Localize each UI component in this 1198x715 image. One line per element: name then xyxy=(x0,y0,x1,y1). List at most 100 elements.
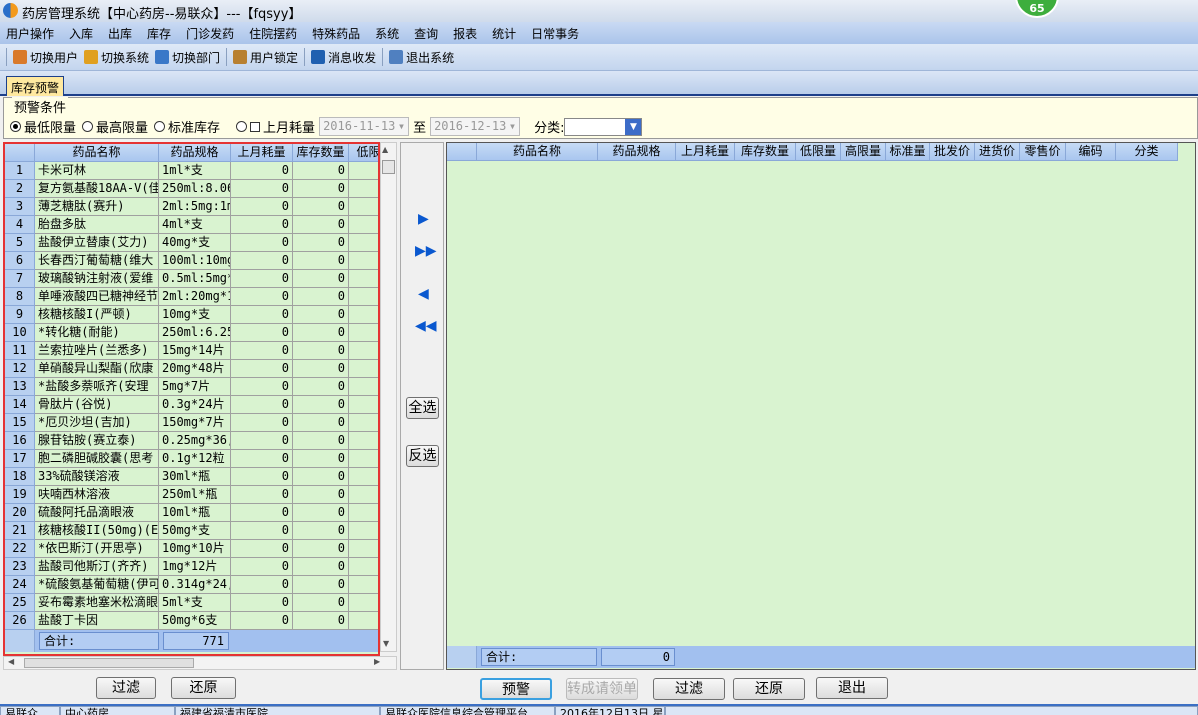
category-select[interactable]: ▼ xyxy=(564,117,643,136)
table-row[interactable]: 1 卡米可林 1ml*支 0 0 xyxy=(5,162,378,180)
menu-item[interactable]: 报表 xyxy=(453,25,477,42)
table-row[interactable]: 15 *厄贝沙坦(吉加) 150mg*7片 0 0 xyxy=(5,414,378,432)
scroll-up-icon[interactable]: ▲ xyxy=(382,145,388,154)
table-cell xyxy=(349,522,378,540)
column-header[interactable]: 药品规格 xyxy=(598,143,676,161)
table-cell: 5ml*支 xyxy=(159,594,231,612)
column-header[interactable]: 上月耗量 xyxy=(231,144,293,162)
status-field: 中心药房 xyxy=(60,706,175,715)
table-row[interactable]: 5 盐酸伊立替康(艾力) 40mg*支 0 0 xyxy=(5,234,378,252)
table-row[interactable]: 10 *转化糖(耐能) 250ml:6.25 0 0 xyxy=(5,324,378,342)
table-row[interactable]: 7 玻璃酸钠注射液(爱维 0.5ml:5mg* 0 0 xyxy=(5,270,378,288)
table-row[interactable]: 16 腺苷钴胺(赛立泰) 0.25mg*36, 0 0 xyxy=(5,432,378,450)
menu-item[interactable]: 统计 xyxy=(492,25,516,42)
move-right-icon[interactable]: ▶ xyxy=(418,211,429,227)
scroll-right-icon[interactable]: ▶ xyxy=(374,657,380,666)
table-row[interactable]: 18 33%硫酸镁溶液 30ml*瓶 0 0 xyxy=(5,468,378,486)
tab-stock-warning[interactable]: 库存预警 xyxy=(6,76,65,96)
vertical-scrollbar[interactable]: ▲ ▼ xyxy=(380,142,397,652)
table-row[interactable]: 22 *依巴斯汀(开思亭) 10mg*10片 0 0 xyxy=(5,540,378,558)
column-header[interactable]: 零售价 xyxy=(1020,143,1066,161)
table-row[interactable]: 21 核糖核酸II(50mg)(E 50mg*支 0 0 xyxy=(5,522,378,540)
menu-item[interactable]: 特殊药品 xyxy=(312,25,360,42)
table-row[interactable]: 6 长春西汀葡萄糖(维大 100ml:10mg 0 0 xyxy=(5,252,378,270)
column-header[interactable]: 高限量 xyxy=(841,143,886,161)
table-row[interactable]: 20 硫酸阿托品滴眼液 10ml*瓶 0 0 xyxy=(5,504,378,522)
date-from-picker[interactable]: 2016-11-13 xyxy=(319,117,410,136)
table-cell: 0 xyxy=(231,414,293,432)
column-header[interactable]: 批发价 xyxy=(930,143,975,161)
menu-item[interactable]: 用户操作 xyxy=(6,25,54,42)
move-left-icon[interactable]: ◀ xyxy=(418,286,429,302)
table-row[interactable]: 26 盐酸丁卡因 50mg*6支 0 0 xyxy=(5,612,378,630)
column-header[interactable]: 低限量 xyxy=(796,143,841,161)
toolbar-button-5[interactable]: 退出系统 xyxy=(389,49,454,66)
exit-button[interactable]: 退出 xyxy=(816,677,888,699)
column-header[interactable]: 药品名称 xyxy=(477,143,598,161)
menu-item[interactable]: 系统 xyxy=(375,25,399,42)
last-month-checkbox[interactable] xyxy=(250,121,261,132)
restore-button[interactable]: 还原 xyxy=(171,677,236,699)
menu-item[interactable]: 门诊发药 xyxy=(186,25,234,42)
table-row[interactable]: 13 *盐酸多萘哌齐(安理 5mg*7片 0 0 xyxy=(5,378,378,396)
radio-max-limit[interactable]: 最高限量 xyxy=(82,117,148,136)
table-row[interactable]: 4 胎盘多肽 4ml*支 0 0 xyxy=(5,216,378,234)
move-all-left-icon[interactable]: ◀◀ xyxy=(415,318,437,334)
table-cell: 骨肽片(谷悦) xyxy=(35,396,159,414)
menu-item[interactable]: 库存 xyxy=(147,25,171,42)
column-header[interactable]: 低限 xyxy=(349,144,378,162)
toolbar-button-1[interactable]: 切换系统 xyxy=(84,49,149,66)
scroll-thumb[interactable] xyxy=(382,160,395,174)
table-row[interactable]: 2 复方氨基酸18AA-V(佳 250ml:8.06 0 0 xyxy=(5,180,378,198)
radio-standard-stock[interactable]: 标准库存 xyxy=(154,117,220,136)
scroll-down-icon[interactable]: ▼ xyxy=(383,639,389,648)
column-header[interactable]: 分类 xyxy=(1116,143,1178,161)
menu-item[interactable]: 入库 xyxy=(69,25,93,42)
toolbar-button-2[interactable]: 切换部门 xyxy=(155,49,220,66)
column-header[interactable]: 药品规格 xyxy=(159,144,231,162)
table-row[interactable]: 23 盐酸司他斯汀(齐齐) 1mg*12片 0 0 xyxy=(5,558,378,576)
column-header[interactable]: 药品名称 xyxy=(35,144,159,162)
horizontal-scrollbar[interactable]: ◀ ▶ xyxy=(3,656,397,670)
menu-item[interactable]: 日常事务 xyxy=(531,25,579,42)
column-header[interactable]: 库存数量 xyxy=(293,144,349,162)
table-row[interactable]: 9 核糖核酸I(严顿) 10mg*支 0 0 xyxy=(5,306,378,324)
table-row[interactable]: 24 *硫酸氨基葡萄糖(伊可 0.314g*24, 0 0 xyxy=(5,576,378,594)
column-header[interactable]: 标准量 xyxy=(886,143,930,161)
toolbar-button-0[interactable]: 切换用户 xyxy=(13,49,78,66)
scroll-thumb[interactable] xyxy=(24,658,194,668)
scroll-left-icon[interactable]: ◀ xyxy=(8,657,14,666)
menu-item[interactable]: 查询 xyxy=(414,25,438,42)
table-row[interactable]: 12 单硝酸异山梨酯(欣康 20mg*48片 0 0 xyxy=(5,360,378,378)
table-row[interactable]: 19 呋喃西林溶液 250ml*瓶 0 0 xyxy=(5,486,378,504)
radio-min-limit[interactable]: 最低限量 xyxy=(10,117,76,136)
menu-item[interactable]: 住院摆药 xyxy=(249,25,297,42)
warn-button[interactable]: 预警 xyxy=(480,678,552,700)
column-header[interactable]: 进货价 xyxy=(975,143,1020,161)
column-header[interactable]: 上月耗量 xyxy=(676,143,735,161)
column-header[interactable]: 编码 xyxy=(1066,143,1116,161)
restore-button-right[interactable]: 还原 xyxy=(733,678,805,700)
invert-selection-button[interactable]: 反选 xyxy=(406,445,439,467)
table-row[interactable]: 3薄芝糖肽(赛升)2ml:5mg:1ml001 xyxy=(5,198,378,216)
table-row[interactable]: 11 兰索拉唑片(兰悉多) 15mg*14片 0 0 xyxy=(5,342,378,360)
filter-button[interactable]: 过滤 xyxy=(96,677,156,699)
table-row[interactable]: 17 胞二磷胆碱胶囊(思考 0.1g*12粒 0 0 xyxy=(5,450,378,468)
toolbar-button-3[interactable]: 用户锁定 xyxy=(233,49,298,66)
toolbar-button-4[interactable]: 消息收发 xyxy=(311,49,376,66)
toolbar-separator xyxy=(226,48,228,66)
table-row[interactable]: 14 骨肽片(谷悦) 0.3g*24片 0 0 xyxy=(5,396,378,414)
table-row[interactable]: 25 妥布霉素地塞米松滴眼 5ml*支 0 0 xyxy=(5,594,378,612)
date-to-picker[interactable]: 2016-12-13 xyxy=(430,117,521,136)
filter-button-right[interactable]: 过滤 xyxy=(653,678,725,700)
row-number-header xyxy=(447,143,477,161)
status-field: 2016年12月13日 星期二 xyxy=(555,706,665,715)
column-header[interactable]: 库存数量 xyxy=(735,143,796,161)
menu-item[interactable]: 出库 xyxy=(108,25,132,42)
move-all-right-icon[interactable]: ▶▶ xyxy=(415,243,437,259)
table-row[interactable]: 8 单唾液酸四已糖神经节 2ml:20mg*1 0 0 xyxy=(5,288,378,306)
select-all-button[interactable]: 全选 xyxy=(406,397,439,419)
table-cell: 1mg*12片 xyxy=(159,558,231,576)
row-number-header xyxy=(5,144,35,162)
radio-last-month[interactable] xyxy=(236,121,248,132)
